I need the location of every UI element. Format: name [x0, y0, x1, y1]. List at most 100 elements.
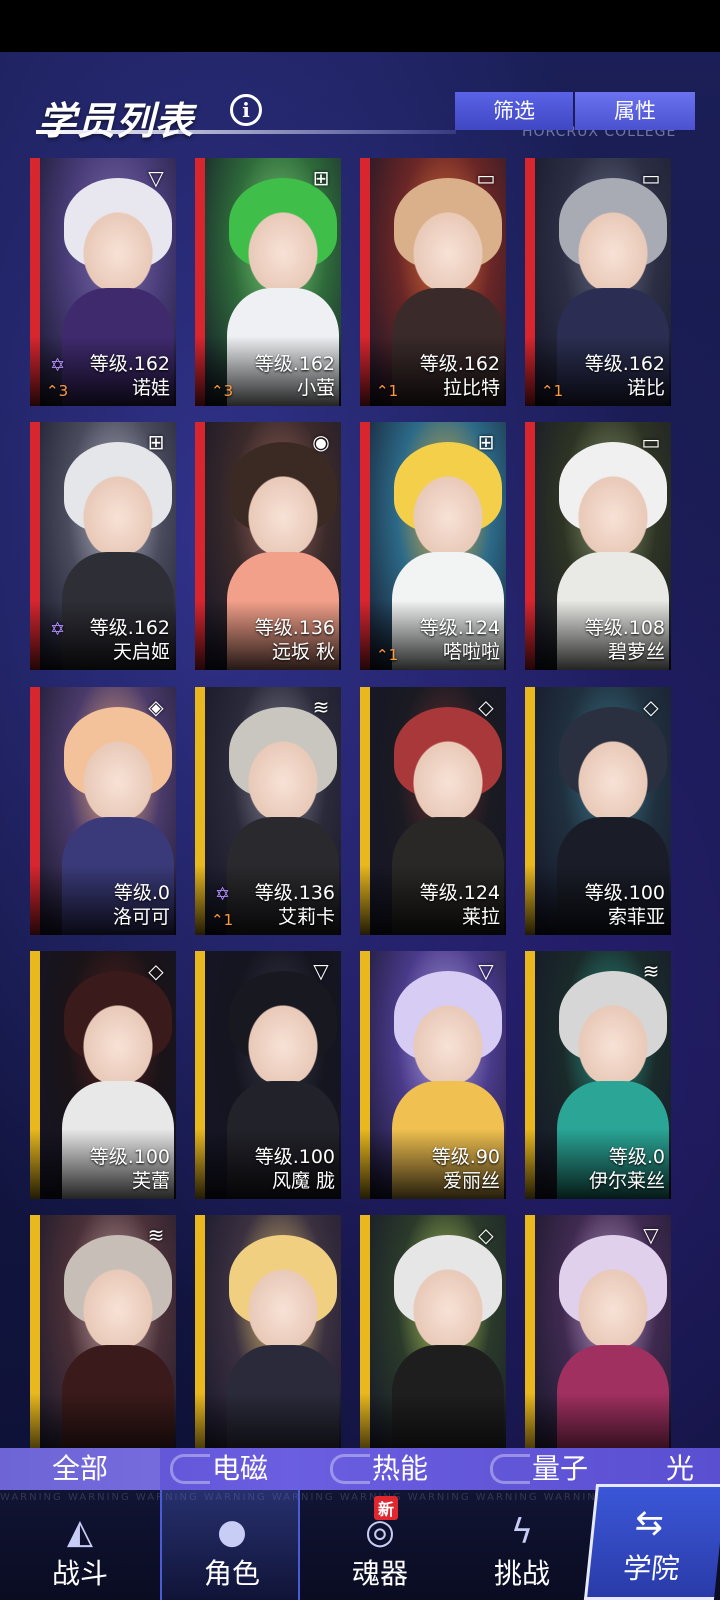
battery-icon: ▭: [641, 430, 661, 454]
student-name: 天启姬: [112, 641, 170, 663]
rank-up-icon: ⌃3: [46, 382, 68, 400]
new-badge: 新: [374, 1496, 399, 1520]
rank-count: 1: [388, 646, 399, 664]
student-name: 拉比特: [442, 377, 500, 399]
void-icon: ▽: [478, 959, 494, 983]
diamond-icon: ◇: [478, 695, 494, 719]
dice-icon: ◈: [148, 695, 164, 719]
portrait-face: [408, 999, 488, 1085]
student-card[interactable]: ◇ 等级.100 芙蕾: [30, 951, 176, 1199]
hexagram-star-icon: ✡: [50, 355, 66, 376]
rank-up-icon: ⌃1: [376, 646, 398, 664]
portrait-face: [408, 1263, 488, 1349]
student-card[interactable]: ⊞ 等级.124 嗒啦啦 ⌃1: [360, 422, 506, 670]
student-level: 等级.0: [608, 1146, 665, 1168]
void-icon: ▽: [313, 959, 329, 983]
student-card[interactable]: ◇ 等级.100 索菲亚: [525, 687, 671, 935]
student-card[interactable]: ▽ ✡ 等级.162 诺娃 ⌃3: [30, 158, 176, 406]
student-card[interactable]: ◇: [360, 1215, 506, 1463]
student-level: 等级.136: [254, 617, 335, 639]
battle-icon: ◭: [66, 1512, 94, 1552]
portrait-face: [573, 206, 653, 292]
rank-chevron-icon: ⌃: [376, 382, 389, 400]
student-name: 芙蕾: [131, 1170, 170, 1192]
wifi-icon: ≋: [642, 959, 660, 983]
rank-count: 3: [223, 382, 234, 400]
nav-academy-label: 学院: [621, 1552, 681, 1585]
rank-up-icon: ⌃1: [211, 911, 233, 929]
student-card[interactable]: ≋: [30, 1215, 176, 1463]
student-card[interactable]: ⊞ ✡ 等级.162 天启姬: [30, 422, 176, 670]
student-card[interactable]: ◈ 等级.0 洛可可: [30, 687, 176, 935]
nav-character[interactable]: ● 角色: [160, 1490, 300, 1600]
portrait-face: [243, 1263, 323, 1349]
rank-chevron-icon: ⌃: [46, 382, 59, 400]
student-level: 等级.90: [431, 1146, 500, 1168]
student-name: 小萤: [296, 377, 335, 399]
student-card[interactable]: ▭ 等级.162 诺比 ⌃1: [525, 158, 671, 406]
portrait-face: [573, 735, 653, 821]
student-name: 风魔 胧: [271, 1170, 335, 1192]
rank-chevron-icon: ⌃: [376, 646, 389, 664]
portrait-face: [573, 470, 653, 556]
student-name: 碧萝丝: [607, 641, 665, 663]
student-card[interactable]: ◉ 等级.136 远坂 秋: [195, 422, 341, 670]
nav-soulware-label: 魂器: [351, 1557, 408, 1590]
nav-academy[interactable]: ⇆ 学院: [583, 1484, 720, 1600]
student-card[interactable]: ▽ 等级.90 爱丽丝: [360, 951, 506, 1199]
wifi-icon: ≋: [312, 695, 330, 719]
challenge-icon: ϟ: [510, 1512, 534, 1552]
student-name: 索菲亚: [607, 906, 665, 928]
rank-up-icon: ⌃3: [211, 382, 233, 400]
tab-electromagnetic[interactable]: 电磁: [160, 1448, 320, 1490]
student-card[interactable]: [195, 1215, 341, 1463]
student-level: 等级.136: [254, 882, 335, 904]
portrait-face: [243, 470, 323, 556]
student-card[interactable]: ▽ 等级.100 风魔 胧: [195, 951, 341, 1199]
diamond-icon: ◇: [478, 1223, 494, 1247]
nav-soulware[interactable]: ◎ 新 魂器: [310, 1490, 450, 1600]
student-name: 爱丽丝: [442, 1170, 500, 1192]
portrait-face: [408, 470, 488, 556]
student-card[interactable]: ≋ ✡ 等级.136 艾莉卡 ⌃1: [195, 687, 341, 935]
portrait-face: [243, 206, 323, 292]
tab-all[interactable]: 全部: [0, 1448, 160, 1490]
student-name: 莱拉: [461, 906, 500, 928]
hexagram-star-icon: ✡: [50, 619, 66, 640]
student-card[interactable]: ▽: [525, 1215, 671, 1463]
student-level: 等级.124: [419, 617, 500, 639]
student-card[interactable]: ◇ 等级.124 莱拉: [360, 687, 506, 935]
academy-icon: ⇆: [632, 1503, 666, 1543]
student-grid: ▽ ✡ 等级.162 诺娃 ⌃3 ⊞ 等级.162 小萤 ⌃3 ▭ 等级.162 拉比特 ⌃1 ▭ 等级.1…: [0, 0, 720, 1463]
student-level: 等级.0: [113, 882, 170, 904]
student-card[interactable]: ▭ 等级.108 碧萝丝: [525, 422, 671, 670]
student-name: 远坂 秋: [271, 641, 335, 663]
nav-challenge[interactable]: ϟ 挑战: [452, 1490, 592, 1600]
nav-battle-label: 战斗: [51, 1557, 108, 1590]
student-level: 等级.162: [584, 353, 665, 375]
tab-thermal[interactable]: 热能: [320, 1448, 480, 1490]
rank-chevron-icon: ⌃: [211, 911, 224, 929]
student-name: 伊尔莱丝: [588, 1170, 665, 1192]
student-name: 艾莉卡: [277, 906, 335, 928]
student-card[interactable]: ≋ 等级.0 伊尔莱丝: [525, 951, 671, 1199]
portrait-face: [573, 1263, 653, 1349]
rank-count: 1: [223, 911, 234, 929]
rank-count: 1: [388, 382, 399, 400]
student-level: 等级.100: [254, 1146, 335, 1168]
student-level: 等级.162: [419, 353, 500, 375]
student-card[interactable]: ▭ 等级.162 拉比特 ⌃1: [360, 158, 506, 406]
void-icon: ▽: [148, 166, 164, 190]
void-icon: ▽: [643, 1223, 659, 1247]
nav-battle[interactable]: ◭ 战斗: [10, 1490, 150, 1600]
grid-icon: ⊞: [312, 166, 330, 190]
portrait-face: [78, 206, 158, 292]
wifi-icon: ≋: [147, 1223, 165, 1247]
grid-icon: ⊞: [477, 430, 495, 454]
student-card[interactable]: ⊞ 等级.162 小萤 ⌃3: [195, 158, 341, 406]
rank-count: 3: [58, 382, 69, 400]
student-level: 等级.108: [584, 617, 665, 639]
diamond-icon: ◇: [643, 695, 659, 719]
battery-icon: ▭: [476, 166, 496, 190]
battery-icon: ▭: [641, 166, 661, 190]
